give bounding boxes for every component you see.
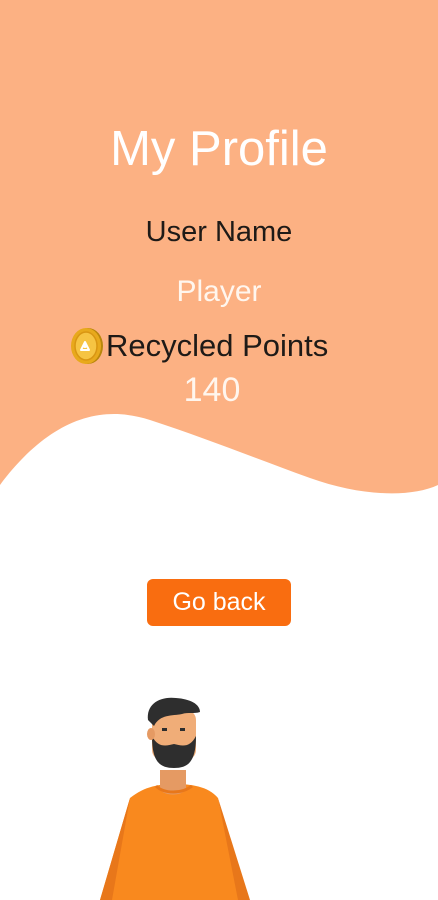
username-value: Player [176, 275, 262, 308]
recycled-points-label: Recycled Points [106, 328, 329, 363]
recycled-points-value: 140 [183, 371, 241, 409]
recycle-coin-icon [71, 328, 103, 364]
header-background [0, 0, 438, 494]
recycled-points-row: Recycled Points [70, 326, 328, 366]
page-title: My Profile [110, 122, 328, 176]
username-label: User Name [145, 216, 293, 248]
character-illustration [100, 697, 250, 900]
go-back-button[interactable]: Go back [147, 579, 291, 626]
